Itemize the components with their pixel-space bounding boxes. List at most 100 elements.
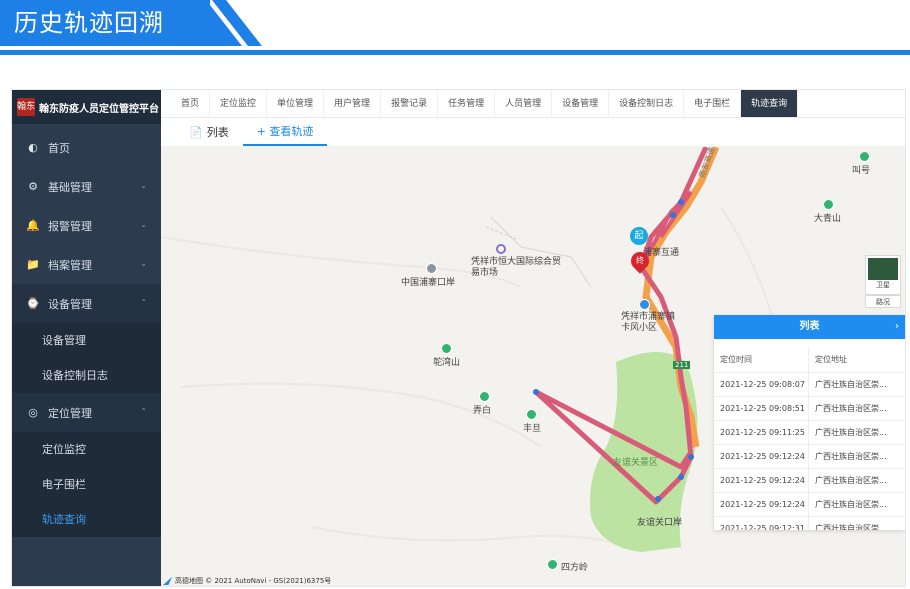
mountain-icon — [526, 409, 537, 420]
row-time: 2021-12-25 09:08:51 — [714, 397, 809, 420]
watch-icon: ⌚ — [26, 297, 40, 310]
chevron-down-icon: ⌄ — [140, 259, 147, 268]
poi-shoubai-label: 弄白 — [473, 406, 492, 416]
attribution-text: 高德地图 © 2021 AutoNavi - GS(2021)6375号 — [175, 577, 332, 585]
location-submenu: 定位监控 电子围栏 轨迹查询 — [12, 432, 161, 537]
row-address: 广西壮族自治区崇... — [815, 476, 887, 485]
minor-road — [161, 236, 522, 288]
folder-icon: 📁 — [26, 258, 40, 271]
tab-device-log[interactable]: 设备控制日志 — [609, 90, 685, 117]
sidebar-subitem-monitor[interactable]: 定位监控 — [12, 432, 161, 467]
mountain-icon — [859, 151, 870, 162]
tab-person[interactable]: 人员管理 — [495, 90, 553, 117]
tab-task[interactable]: 任务管理 — [438, 90, 496, 117]
app-title: 翰东防疫人员定位管控平台 — [39, 103, 159, 115]
sidebar-item-label: 基础管理 — [48, 180, 92, 194]
poi-fengdan-label: 丰旦 — [523, 424, 542, 434]
table-row[interactable]: 2021-12-25 09:12:24 广西壮族自治区崇... — [714, 493, 905, 517]
minor-road — [310, 526, 632, 548]
sidebar-subitem-device-log[interactable]: 设备控制日志 — [12, 358, 161, 393]
poi-daqingshan-label: 大青山 — [814, 214, 842, 224]
tab-unit[interactable]: 单位管理 — [267, 90, 325, 117]
table-row[interactable]: 2021-12-25 09:12:24 广西壮族自治区崇... — [714, 445, 905, 469]
tab-fence[interactable]: 电子围栏 — [684, 90, 742, 117]
row-address: 广西壮族自治区崇... — [815, 404, 887, 413]
sidebar: 翰东 翰东防疫人员定位管控平台 ◐ 首页 ⚙ 基础管理 ⌄ 🔔 报警管理 ⌄ 📁… — [12, 90, 161, 586]
row-time: 2021-12-25 09:08:07 — [714, 373, 809, 396]
tab-monitor[interactable]: 定位监控 — [210, 90, 268, 117]
waypoint-dot — [678, 199, 684, 205]
map-view[interactable]: 叫号 大青山 中国浦寨口岸 凭祥市恒大国际综合贸易市场 浦寨互通 凭祥市浦寨镇卡… — [161, 147, 905, 586]
sidebar-item-label: 定位管理 — [48, 406, 92, 420]
mountain-icon — [547, 559, 558, 570]
row-address: 广西壮族自治区崇... — [815, 524, 887, 530]
tab-device[interactable]: 设备管理 — [552, 90, 610, 117]
satellite-label: 卫星 — [876, 281, 890, 289]
page-banner: 历史轨迹回溯 — [0, 0, 910, 56]
subtab-view-track[interactable]: + 查看轨迹 — [242, 119, 328, 146]
tab-alarm-record[interactable]: 报警记录 — [381, 90, 439, 117]
list-column-headers: 定位时间 定位地址 — [714, 347, 905, 373]
tab-user[interactable]: 用户管理 — [324, 90, 382, 117]
sidebar-subitem-fence[interactable]: 电子围栏 — [12, 467, 161, 502]
waypoint-dot — [670, 212, 676, 218]
satellite-thumbnail-icon — [868, 258, 898, 280]
sidebar-item-device[interactable]: ⌚ 设备管理 ⌃ — [12, 284, 161, 323]
subtab-list-label: 列表 — [206, 126, 229, 139]
border-post-icon — [426, 263, 437, 274]
track-start-marker[interactable]: 起 — [630, 227, 648, 245]
waypoint-dot — [533, 389, 539, 395]
table-row[interactable]: 2021-12-25 09:08:07 广西壮族自治区崇... — [714, 373, 905, 397]
column-header-time: 定位时间 — [714, 347, 809, 372]
chevron-down-icon: ⌄ — [140, 181, 147, 190]
sidebar-subitem-device-manage[interactable]: 设备管理 — [12, 323, 161, 358]
table-row[interactable]: 2021-12-25 09:11:25 广西壮族自治区崇... — [714, 421, 905, 445]
banner-underline — [0, 50, 910, 55]
list-panel-header[interactable]: 列表 › — [714, 315, 905, 339]
poi-tuowanshan-label: 鸵湾山 — [433, 358, 461, 368]
sidebar-subitem-track[interactable]: 轨迹查询 — [12, 502, 161, 537]
row-address: 广西壮族自治区崇... — [815, 452, 887, 461]
map-attribution: 高德地图 © 2021 AutoNavi - GS(2021)6375号 — [163, 576, 331, 586]
poi-market-label: 凭祥市恒大国际综合贸易市场 — [471, 257, 562, 278]
sidebar-item-location[interactable]: ◎ 定位管理 ⌃ — [12, 393, 161, 432]
table-row[interactable]: 2021-12-25 09:12:24 广西壮族自治区崇... — [714, 469, 905, 493]
row-address: 广西壮族自治区崇... — [815, 380, 887, 389]
transit-icon — [639, 299, 650, 310]
row-time: 2021-12-25 09:11:25 — [714, 421, 809, 444]
mountain-icon — [441, 343, 452, 354]
chevron-down-icon: ⌄ — [140, 220, 147, 229]
poi-jiaohao-label: 叫号 — [852, 166, 871, 176]
sidebar-item-label: 报警管理 — [48, 219, 92, 233]
track-end-marker[interactable]: 终 — [627, 248, 653, 274]
tab-home[interactable]: 首页 — [171, 90, 211, 117]
location-pin-icon: ◎ — [28, 406, 38, 419]
sidebar-item-label: 设备管理 — [48, 297, 92, 311]
track-list-panel: 列表 › 定位时间 定位地址 2021-12-25 09:08:07 广西壮族自… — [714, 315, 905, 530]
poi-youyiguan-label: 友谊关景区 — [613, 458, 659, 468]
amap-logo-icon — [163, 577, 172, 585]
table-row[interactable]: 2021-12-25 09:12:31 广西壮族自治区崇... — [714, 517, 905, 530]
row-address: 广西壮族自治区崇... — [815, 500, 887, 509]
sub-tabs: 📄 列表 + 查看轨迹 — [161, 119, 905, 147]
traffic-toggle[interactable]: 路况 — [865, 295, 901, 308]
sidebar-item-archive[interactable]: 📁 档案管理 ⌄ — [12, 245, 161, 284]
tab-track[interactable]: 轨迹查询 — [741, 90, 799, 117]
row-time: 2021-12-25 09:12:24 — [714, 469, 809, 492]
table-row[interactable]: 2021-12-25 09:08:51 广西壮族自治区崇... — [714, 397, 905, 421]
mountain-icon — [823, 199, 834, 210]
subtab-list[interactable]: 📄 列表 — [175, 119, 243, 146]
satellite-toggle[interactable]: 卫星 — [865, 255, 901, 295]
list-panel-title: 列表 — [799, 321, 820, 332]
map-boundary — [485, 226, 517, 240]
chevron-up-icon: ⌃ — [140, 298, 147, 307]
row-address: 广西壮族自治区崇... — [815, 428, 887, 437]
sidebar-item-home[interactable]: ◐ 首页 — [12, 128, 161, 167]
sidebar-item-basic[interactable]: ⚙ 基础管理 ⌄ — [12, 167, 161, 206]
chevron-right-icon[interactable]: › — [895, 315, 899, 339]
sidebar-item-label: 首页 — [48, 141, 70, 155]
sidebar-item-alarm[interactable]: 🔔 报警管理 ⌄ — [12, 206, 161, 245]
row-time: 2021-12-25 09:12:31 — [714, 517, 809, 530]
row-time: 2021-12-25 09:12:24 — [714, 445, 809, 468]
waypoint-dot — [688, 454, 694, 460]
